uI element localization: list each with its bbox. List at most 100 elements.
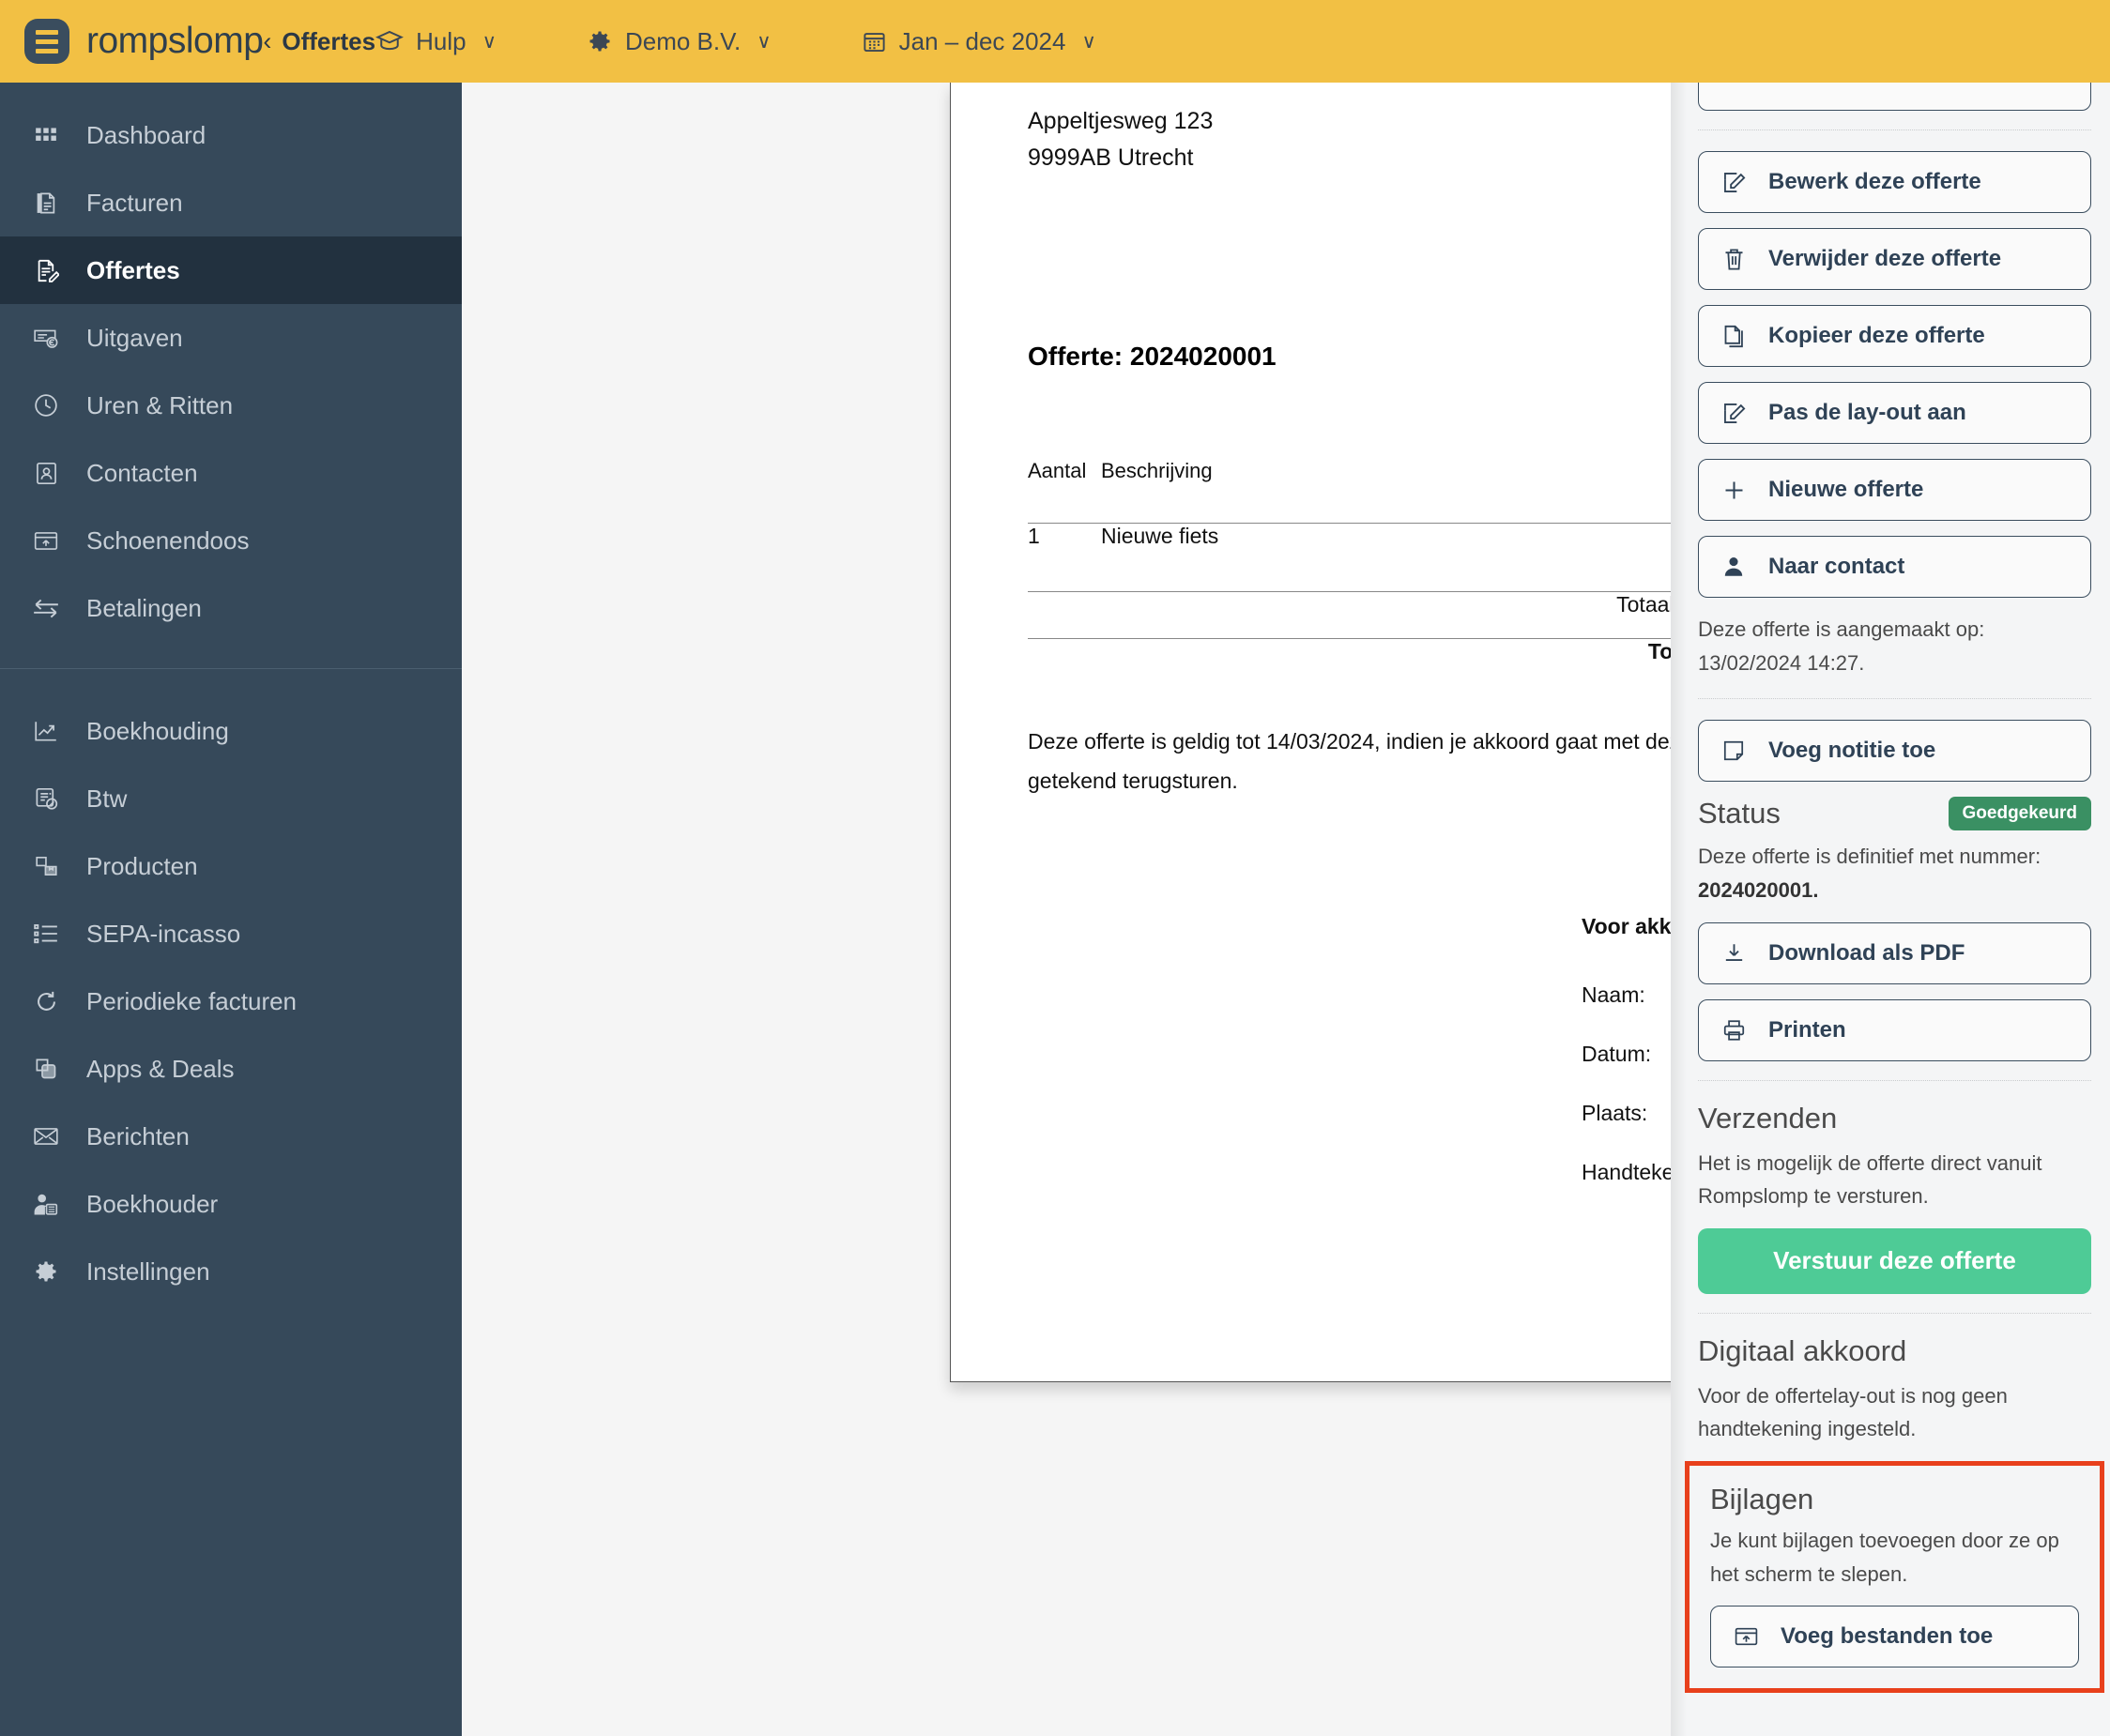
chevron-left-icon: ‹ bbox=[263, 26, 272, 55]
main-content: Appeltjesweg 123 9999AB Utrecht BIC: ABN… bbox=[462, 83, 1671, 1736]
topnav-item-company[interactable]: Demo B.V. ∨ bbox=[587, 27, 772, 56]
edit-quote-button[interactable]: Bewerk deze offerte bbox=[1698, 151, 2091, 213]
sidebar-item-schoenendoos[interactable]: Schoenendoos bbox=[0, 507, 462, 574]
clock-icon bbox=[30, 392, 62, 419]
download-icon bbox=[1720, 941, 1748, 966]
sidebar: Dashboard Facturen Offertes Uitgaven Ure… bbox=[0, 83, 462, 1736]
sidebar-item-contacten[interactable]: Contacten bbox=[0, 439, 462, 507]
delete-quote-button[interactable]: Verwijder deze offerte bbox=[1698, 228, 2091, 290]
send-quote-button[interactable]: Verstuur deze offerte bbox=[1698, 1227, 2091, 1294]
sidebar-label: Offertes bbox=[86, 255, 180, 284]
sidebar-item-instellingen[interactable]: Instellingen bbox=[0, 1238, 462, 1305]
note-icon bbox=[1720, 739, 1748, 763]
top-nav: Hulp ∨ Demo B.V. ∨ Jan – dec 2024 ∨ bbox=[375, 27, 2110, 56]
table-header-row: Aantal Beschrijving Bedrag excl. btw Bed… bbox=[1028, 459, 1671, 510]
total-incl-label: Totaalbedrag incl. btw bbox=[1647, 638, 1671, 663]
breadcrumb-back-offertes[interactable]: ‹ Offertes bbox=[263, 27, 375, 56]
percent-document-icon bbox=[30, 786, 62, 812]
attachments-heading: Bijlagen bbox=[1710, 1483, 1814, 1515]
address-line-1: Appeltjesweg 123 bbox=[1028, 108, 1214, 134]
sidebar-item-uren-ritten[interactable]: Uren & Ritten bbox=[0, 372, 462, 439]
signature-block: Voor akkoord: Naam: Datum: Plaats: H bbox=[1582, 914, 1671, 1324]
digital-approval-heading: Digitaal akkoord bbox=[1698, 1333, 1907, 1367]
sidebar-label: Schoenendoos bbox=[86, 525, 250, 555]
print-button[interactable]: Printen bbox=[1698, 998, 2091, 1061]
scrolled-off-button[interactable] bbox=[1698, 83, 2091, 111]
document-header: Appeltjesweg 123 9999AB Utrecht BIC: ABN… bbox=[1028, 83, 1671, 176]
sidebar-label: Periodieke facturen bbox=[86, 986, 298, 1015]
sidebar-label: Boekhouding bbox=[86, 716, 229, 745]
sidebar-item-betalingen[interactable]: Betalingen bbox=[0, 574, 462, 642]
document-edit-icon bbox=[30, 258, 62, 283]
send-heading: Verzenden bbox=[1698, 1101, 1838, 1134]
add-note-button[interactable]: Voeg notitie toe bbox=[1698, 720, 2091, 783]
sidebar-divider bbox=[0, 668, 462, 669]
brand-logo[interactable]: rompslomp bbox=[0, 19, 264, 64]
sidebar-label: Boekhouder bbox=[86, 1189, 219, 1218]
printer-icon bbox=[1720, 1018, 1748, 1043]
chevron-down-icon: ∨ bbox=[1081, 30, 1096, 53]
status-heading: Status bbox=[1698, 797, 1781, 830]
quote-document-preview: Appeltjesweg 123 9999AB Utrecht BIC: ABN… bbox=[950, 83, 1671, 1382]
sidebar-item-uitgaven[interactable]: Uitgaven bbox=[0, 304, 462, 372]
inbox-upload-icon bbox=[30, 529, 62, 553]
button-label: Voeg bestanden toe bbox=[1781, 1623, 1994, 1650]
button-label: Printen bbox=[1768, 1016, 1846, 1043]
adjust-layout-button[interactable]: Pas de lay-out aan bbox=[1698, 382, 2091, 444]
hamburger-logo-icon bbox=[24, 19, 69, 64]
button-label: Naar contact bbox=[1768, 554, 1905, 579]
status-quote-number: 2024020001. bbox=[1698, 877, 1819, 902]
signature-field-name: Naam: bbox=[1582, 982, 1671, 1012]
download-pdf-button[interactable]: Download als PDF bbox=[1698, 921, 2091, 984]
topnav-label-company: Demo B.V. bbox=[624, 26, 742, 55]
button-label: Nieuwe offerte bbox=[1768, 477, 1924, 502]
col-description: Beschrijving bbox=[1101, 459, 1213, 483]
grid-icon bbox=[30, 123, 62, 147]
totals-rule-bottom bbox=[1028, 617, 1671, 639]
person-icon bbox=[1720, 555, 1748, 579]
breadcrumb-label: Offertes bbox=[282, 26, 376, 55]
sidebar-item-boekhouding[interactable]: Boekhouding bbox=[0, 697, 462, 765]
sidebar-item-boekhouder[interactable]: Boekhouder bbox=[0, 1170, 462, 1238]
go-to-contact-button[interactable]: Naar contact bbox=[1698, 536, 2091, 598]
topnav-item-period[interactable]: Jan – dec 2024 ∨ bbox=[862, 27, 1096, 56]
signature-field-date: Datum: bbox=[1582, 1042, 1671, 1071]
panel-divider bbox=[1698, 698, 2091, 700]
sidebar-item-periodieke-facturen[interactable]: Periodieke facturen bbox=[0, 967, 462, 1035]
sidebar-label: Uitgaven bbox=[86, 323, 183, 352]
transfer-arrows-icon bbox=[30, 597, 62, 619]
sidebar-item-offertes[interactable]: Offertes bbox=[0, 236, 462, 304]
sidebar-item-btw[interactable]: Btw bbox=[0, 765, 462, 832]
cell-qty: 1 bbox=[1028, 523, 1040, 548]
vat-note: Btw vrijgesteld bbox=[1028, 549, 1671, 571]
button-label: Download als PDF bbox=[1768, 939, 1965, 966]
sidebar-label: Contacten bbox=[86, 458, 198, 487]
sender-address: Appeltjesweg 123 9999AB Utrecht bbox=[1028, 103, 1213, 176]
sidebar-label: Instellingen bbox=[86, 1256, 210, 1286]
copy-icon bbox=[1720, 324, 1748, 349]
digital-approval-text: Voor de offertelay-out is nog geen handt… bbox=[1698, 1383, 2008, 1441]
documents-icon bbox=[30, 190, 62, 216]
envelope-icon bbox=[30, 1125, 62, 1148]
topnav-label-period: Jan – dec 2024 bbox=[898, 26, 1066, 55]
add-files-button[interactable]: Voeg bestanden toe bbox=[1710, 1606, 2079, 1668]
cell-description: Nieuwe fiets bbox=[1101, 523, 1219, 548]
sidebar-label: SEPA-incasso bbox=[86, 919, 241, 948]
sidebar-item-sepa-incasso[interactable]: SEPA-incasso bbox=[0, 900, 462, 967]
topnav-item-hulp[interactable]: Hulp ∨ bbox=[375, 27, 497, 56]
copy-quote-button[interactable]: Kopieer deze offerte bbox=[1698, 305, 2091, 367]
list-icon bbox=[30, 922, 62, 945]
sidebar-item-facturen[interactable]: Facturen bbox=[0, 169, 462, 236]
attachments-description: Je kunt bijlagen toevoegen door ze op he… bbox=[1710, 1529, 2059, 1586]
receipt-euro-icon bbox=[30, 326, 62, 350]
graduation-cap-icon bbox=[375, 29, 405, 53]
new-quote-button[interactable]: Nieuwe offerte bbox=[1698, 459, 2091, 521]
button-label: Bewerk deze offerte bbox=[1768, 169, 1981, 194]
sidebar-item-producten[interactable]: Producten bbox=[0, 832, 462, 900]
gear-icon bbox=[587, 28, 613, 54]
pencil-square-icon bbox=[1720, 170, 1748, 195]
sidebar-item-berichten[interactable]: Berichten bbox=[0, 1103, 462, 1170]
sidebar-item-dashboard[interactable]: Dashboard bbox=[0, 101, 462, 169]
total-excl-label: Totaalbedrag excl. btw bbox=[1616, 592, 1671, 617]
sidebar-item-apps-deals[interactable]: Apps & Deals bbox=[0, 1035, 462, 1103]
